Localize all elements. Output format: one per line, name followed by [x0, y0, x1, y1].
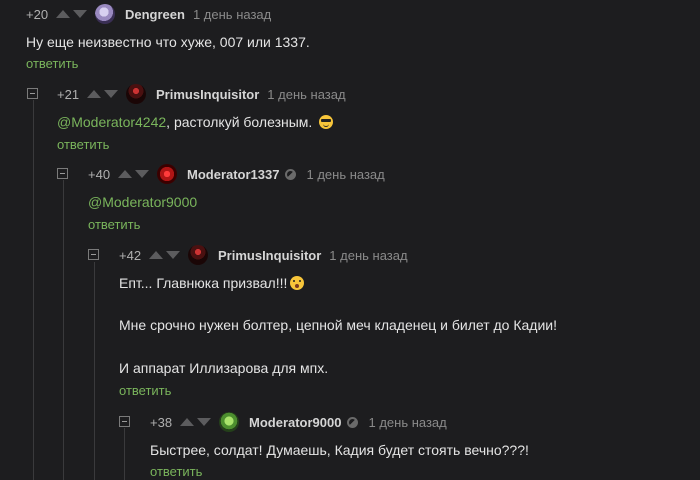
reply-link[interactable]: ответить	[119, 383, 171, 398]
comment-text-line: И аппарат Иллизарова для мпх.	[119, 358, 328, 378]
avatar[interactable]	[95, 4, 115, 24]
user-mention-link[interactable]: @Moderator4242	[57, 114, 166, 130]
comment-rating: +42	[119, 247, 142, 263]
comment-header: +20 Dengreen 1 день назад	[26, 4, 271, 24]
comment-timestamp[interactable]: 1 день назад	[306, 167, 384, 182]
reply-link[interactable]: ответить	[26, 56, 78, 71]
collapse-button[interactable]	[119, 416, 130, 427]
avatar[interactable]	[219, 412, 239, 432]
avatar[interactable]	[157, 164, 177, 184]
comment-text: Быстрее, солдат! Думаешь, Кадия будет ст…	[150, 440, 529, 460]
upvote-arrow-icon[interactable]	[118, 170, 132, 178]
upvote-arrow-icon[interactable]	[149, 251, 163, 259]
downvote-arrow-icon[interactable]	[104, 90, 118, 98]
thread-guide-line	[94, 262, 95, 480]
astonished-emoji-icon	[290, 276, 305, 290]
reply-link[interactable]: ответить	[57, 137, 109, 152]
collapse-button[interactable]	[57, 168, 68, 179]
comment-timestamp[interactable]: 1 день назад	[368, 415, 446, 430]
comment-text-line: Мне срочно нужен болтер, цепной меч клад…	[119, 315, 557, 335]
reply-link[interactable]: ответить	[88, 217, 140, 232]
comment-rating: +38	[150, 414, 173, 430]
moderator-badge-icon	[285, 168, 297, 180]
reply-link[interactable]: ответить	[150, 464, 202, 479]
upvote-arrow-icon[interactable]	[180, 418, 194, 426]
avatar[interactable]	[188, 245, 208, 265]
comment-timestamp[interactable]: 1 день назад	[193, 7, 271, 22]
comment-timestamp[interactable]: 1 день назад	[329, 248, 407, 263]
thread-guide-line	[33, 100, 34, 480]
moderator-badge-icon	[347, 416, 359, 428]
comment-text: @Moderator9000	[88, 192, 197, 212]
upvote-arrow-icon[interactable]	[87, 90, 101, 98]
comment-username[interactable]: Moderator9000	[249, 415, 341, 430]
comment-username[interactable]: PrimusInquisitor	[218, 248, 321, 263]
comment-header: +21 PrimusInquisitor 1 день назад	[57, 84, 346, 104]
avatar[interactable]	[126, 84, 146, 104]
collapse-button[interactable]	[27, 88, 38, 99]
downvote-arrow-icon[interactable]	[197, 418, 211, 426]
comment-thread: +20 Dengreen 1 день назад Ну еще неизвес…	[0, 0, 700, 480]
comment-body: Быстрее, солдат! Думаешь, Кадия будет ст…	[150, 442, 529, 458]
comment-body: Ну еще неизвестно что хуже, 007 или 1337…	[26, 34, 310, 50]
comment-header: +40 Moderator1337 1 день назад	[88, 164, 385, 184]
comment-rating: +40	[88, 166, 111, 182]
user-mention-link[interactable]: @Moderator9000	[88, 194, 197, 210]
comment-text-line: Епт... Главнюка призвал!!!	[119, 273, 305, 293]
comment-username[interactable]: PrimusInquisitor	[156, 87, 259, 102]
comment-rating: +20	[26, 6, 49, 22]
upvote-arrow-icon[interactable]	[56, 10, 70, 18]
comment-body: И аппарат Иллизарова для мпх.	[119, 360, 329, 376]
downvote-arrow-icon[interactable]	[166, 251, 180, 259]
comment-rating: +21	[57, 86, 80, 102]
collapse-button[interactable]	[88, 249, 99, 260]
thread-guide-line	[124, 428, 125, 480]
comment-header: +42 PrimusInquisitor 1 день назад	[119, 245, 408, 265]
downvote-arrow-icon[interactable]	[135, 170, 149, 178]
sunglasses-emoji-icon	[319, 115, 334, 129]
comment-header: +38 Moderator9000 1 день назад	[150, 412, 447, 432]
comment-body: Мне срочно нужен болтер, цепной меч клад…	[119, 317, 557, 333]
comment-text: Ну еще неизвестно что хуже, 007 или 1337…	[26, 32, 310, 52]
comment-body: Епт... Главнюка призвал!!!	[119, 275, 288, 291]
comment-username[interactable]: Dengreen	[125, 7, 185, 22]
comment-body: , растолкуй болезным.	[166, 114, 313, 130]
downvote-arrow-icon[interactable]	[73, 10, 87, 18]
comment-text: @Moderator4242, растолкуй болезным.	[57, 112, 334, 132]
comment-timestamp[interactable]: 1 день назад	[267, 87, 345, 102]
comment-username[interactable]: Moderator1337	[187, 167, 279, 182]
thread-guide-line	[63, 180, 64, 480]
